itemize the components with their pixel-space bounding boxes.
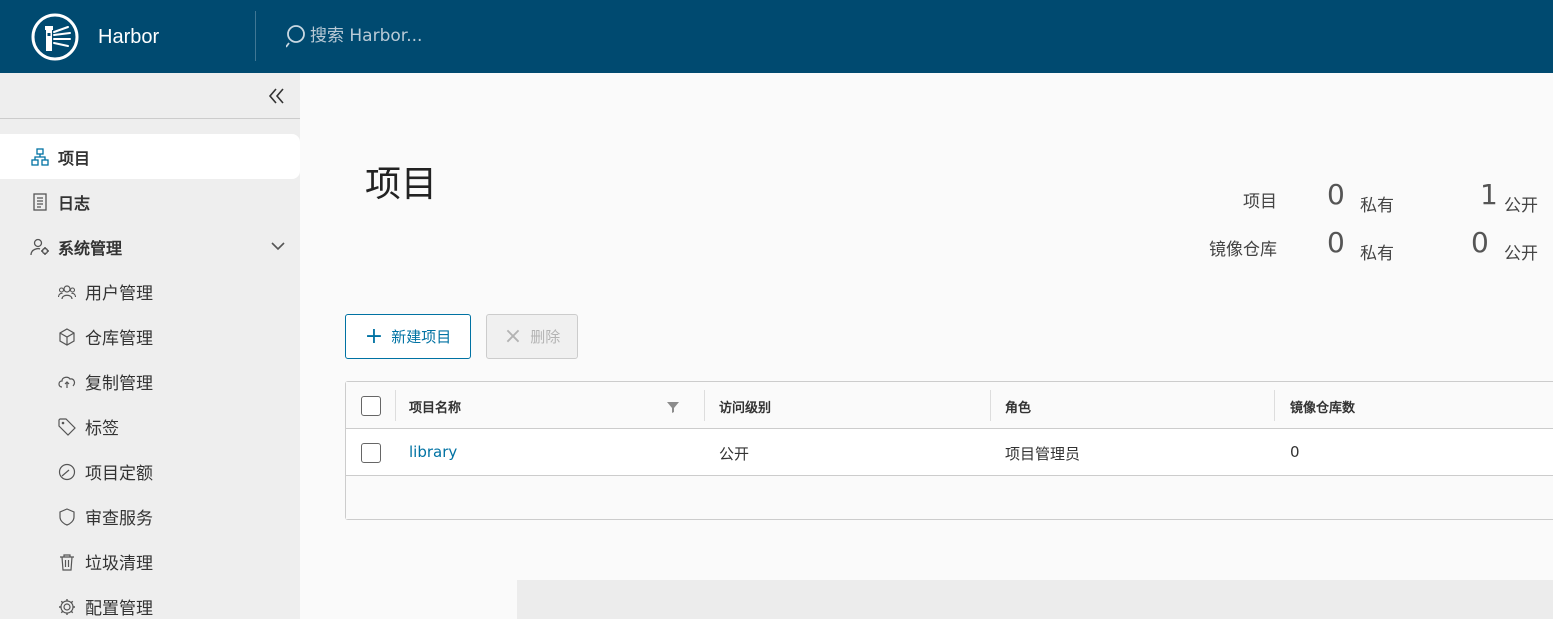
sidebar-item-replications[interactable]: 复制管理	[0, 359, 300, 404]
filter-icon[interactable]	[667, 401, 679, 413]
close-icon: ×	[503, 323, 523, 349]
sidebar-item-gc[interactable]: 垃圾清理	[0, 539, 300, 584]
summary-public-label: 公开	[1504, 244, 1538, 264]
brand-name: Harbor	[98, 25, 160, 48]
sidebar: 项目 日志 系统管理 用户管理 仓库管理 复制管理 标签 项目定额 审查服务 垃…	[0, 73, 300, 619]
header-divider	[255, 11, 256, 61]
new-project-button[interactable]: + 新建项目	[345, 314, 471, 359]
summary-projects-label: 项目	[1243, 192, 1277, 212]
sidebar-item-users[interactable]: 用户管理	[0, 269, 300, 314]
top-header: Harbor	[0, 0, 1553, 73]
table-row: library 公开 项目管理员 0	[346, 429, 1553, 476]
sidebar-item-label: 垃圾清理	[85, 554, 153, 574]
sidebar-item-registries[interactable]: 仓库管理	[0, 314, 300, 359]
sidebar-item-label: 日志	[58, 193, 91, 213]
row-checkbox[interactable]	[361, 443, 381, 463]
users-icon	[57, 282, 77, 302]
sidebar-nav: 项目 日志 系统管理 用户管理 仓库管理 复制管理 标签 项目定额 审查服务 垃…	[0, 119, 300, 619]
summary-projects-private-count: 0	[1327, 178, 1345, 211]
summary-private-label: 私有	[1360, 244, 1394, 264]
registry-icon	[57, 327, 77, 347]
sidebar-item-label: 项目	[58, 148, 91, 168]
chevron-down-icon[interactable]	[270, 238, 286, 254]
gear-icon	[57, 597, 77, 617]
quota-icon	[57, 462, 77, 482]
sidebar-item-label: 审查服务	[85, 509, 153, 529]
summary-repos-label: 镜像仓库	[1209, 240, 1277, 260]
column-divider	[395, 390, 396, 421]
project-icon	[30, 147, 50, 167]
delete-label: 删除	[530, 328, 561, 346]
log-icon	[30, 192, 50, 212]
column-divider	[704, 390, 705, 421]
summary-projects-row: 项目 0 私有 1 公开	[300, 178, 1553, 216]
sidebar-item-config[interactable]: 配置管理	[0, 584, 300, 619]
search-input[interactable]	[310, 26, 610, 46]
projects-table: 项目名称 访问级别 角色 镜像仓库数 library 公开 项目管理员 0	[345, 381, 1553, 520]
summary-private-label: 私有	[1360, 196, 1394, 216]
column-divider	[1274, 390, 1275, 421]
harbor-logo-icon	[31, 13, 79, 61]
sidebar-item-logs[interactable]: 日志	[0, 179, 300, 224]
sidebar-item-labels[interactable]: 标签	[0, 404, 300, 449]
delete-button[interactable]: × 删除	[486, 314, 578, 359]
column-header-name[interactable]: 项目名称	[409, 397, 461, 416]
select-all-checkbox[interactable]	[361, 396, 381, 416]
sidebar-item-label: 配置管理	[85, 599, 153, 619]
replication-icon	[57, 372, 77, 392]
admin-icon	[30, 237, 50, 257]
column-header-access[interactable]: 访问级别	[719, 397, 771, 416]
summary-repos-public-count: 0	[1471, 226, 1489, 259]
sidebar-item-interrogation[interactable]: 审查服务	[0, 494, 300, 539]
table-footer	[346, 476, 1553, 519]
project-access-level: 公开	[719, 445, 750, 463]
brand[interactable]: Harbor	[30, 12, 159, 62]
double-chevron-left-icon[interactable]	[268, 85, 286, 107]
summary-repos-private-count: 0	[1327, 226, 1345, 259]
summary-repos-row: 镜像仓库 0 私有 0 公开	[300, 226, 1553, 264]
sidebar-item-label: 仓库管理	[85, 329, 153, 349]
tag-icon	[57, 417, 77, 437]
shield-icon	[57, 507, 77, 527]
project-repo-count: 0	[1290, 443, 1300, 461]
search-icon	[286, 25, 305, 48]
project-role: 项目管理员	[1005, 445, 1081, 463]
sidebar-item-label: 系统管理	[58, 238, 123, 258]
column-header-role[interactable]: 角色	[1005, 397, 1031, 416]
sidebar-item-admin[interactable]: 系统管理	[0, 224, 300, 269]
sidebar-item-label: 复制管理	[85, 374, 153, 394]
global-search[interactable]	[286, 24, 610, 48]
summary-projects-public-count: 1	[1480, 178, 1498, 211]
sidebar-collapse-row	[0, 73, 300, 119]
table-header: 项目名称 访问级别 角色 镜像仓库数	[346, 382, 1553, 429]
sidebar-item-label: 标签	[85, 419, 119, 439]
summary-public-label: 公开	[1504, 196, 1538, 216]
sidebar-item-projects[interactable]: 项目	[0, 134, 300, 179]
trash-icon	[57, 552, 77, 572]
project-name-link[interactable]: library	[409, 443, 457, 461]
sidebar-item-quotas[interactable]: 项目定额	[0, 449, 300, 494]
sidebar-item-label: 用户管理	[85, 284, 153, 304]
bottom-band	[517, 580, 1553, 619]
sidebar-item-label: 项目定额	[85, 464, 153, 484]
plus-icon: +	[364, 323, 384, 349]
column-header-repo-count[interactable]: 镜像仓库数	[1290, 397, 1355, 416]
new-project-label: 新建项目	[391, 328, 452, 346]
column-divider	[990, 390, 991, 421]
main-content: 项目 项目 0 私有 1 公开 镜像仓库 0 私有 0 公开 + 新建项目 × …	[300, 73, 1553, 619]
